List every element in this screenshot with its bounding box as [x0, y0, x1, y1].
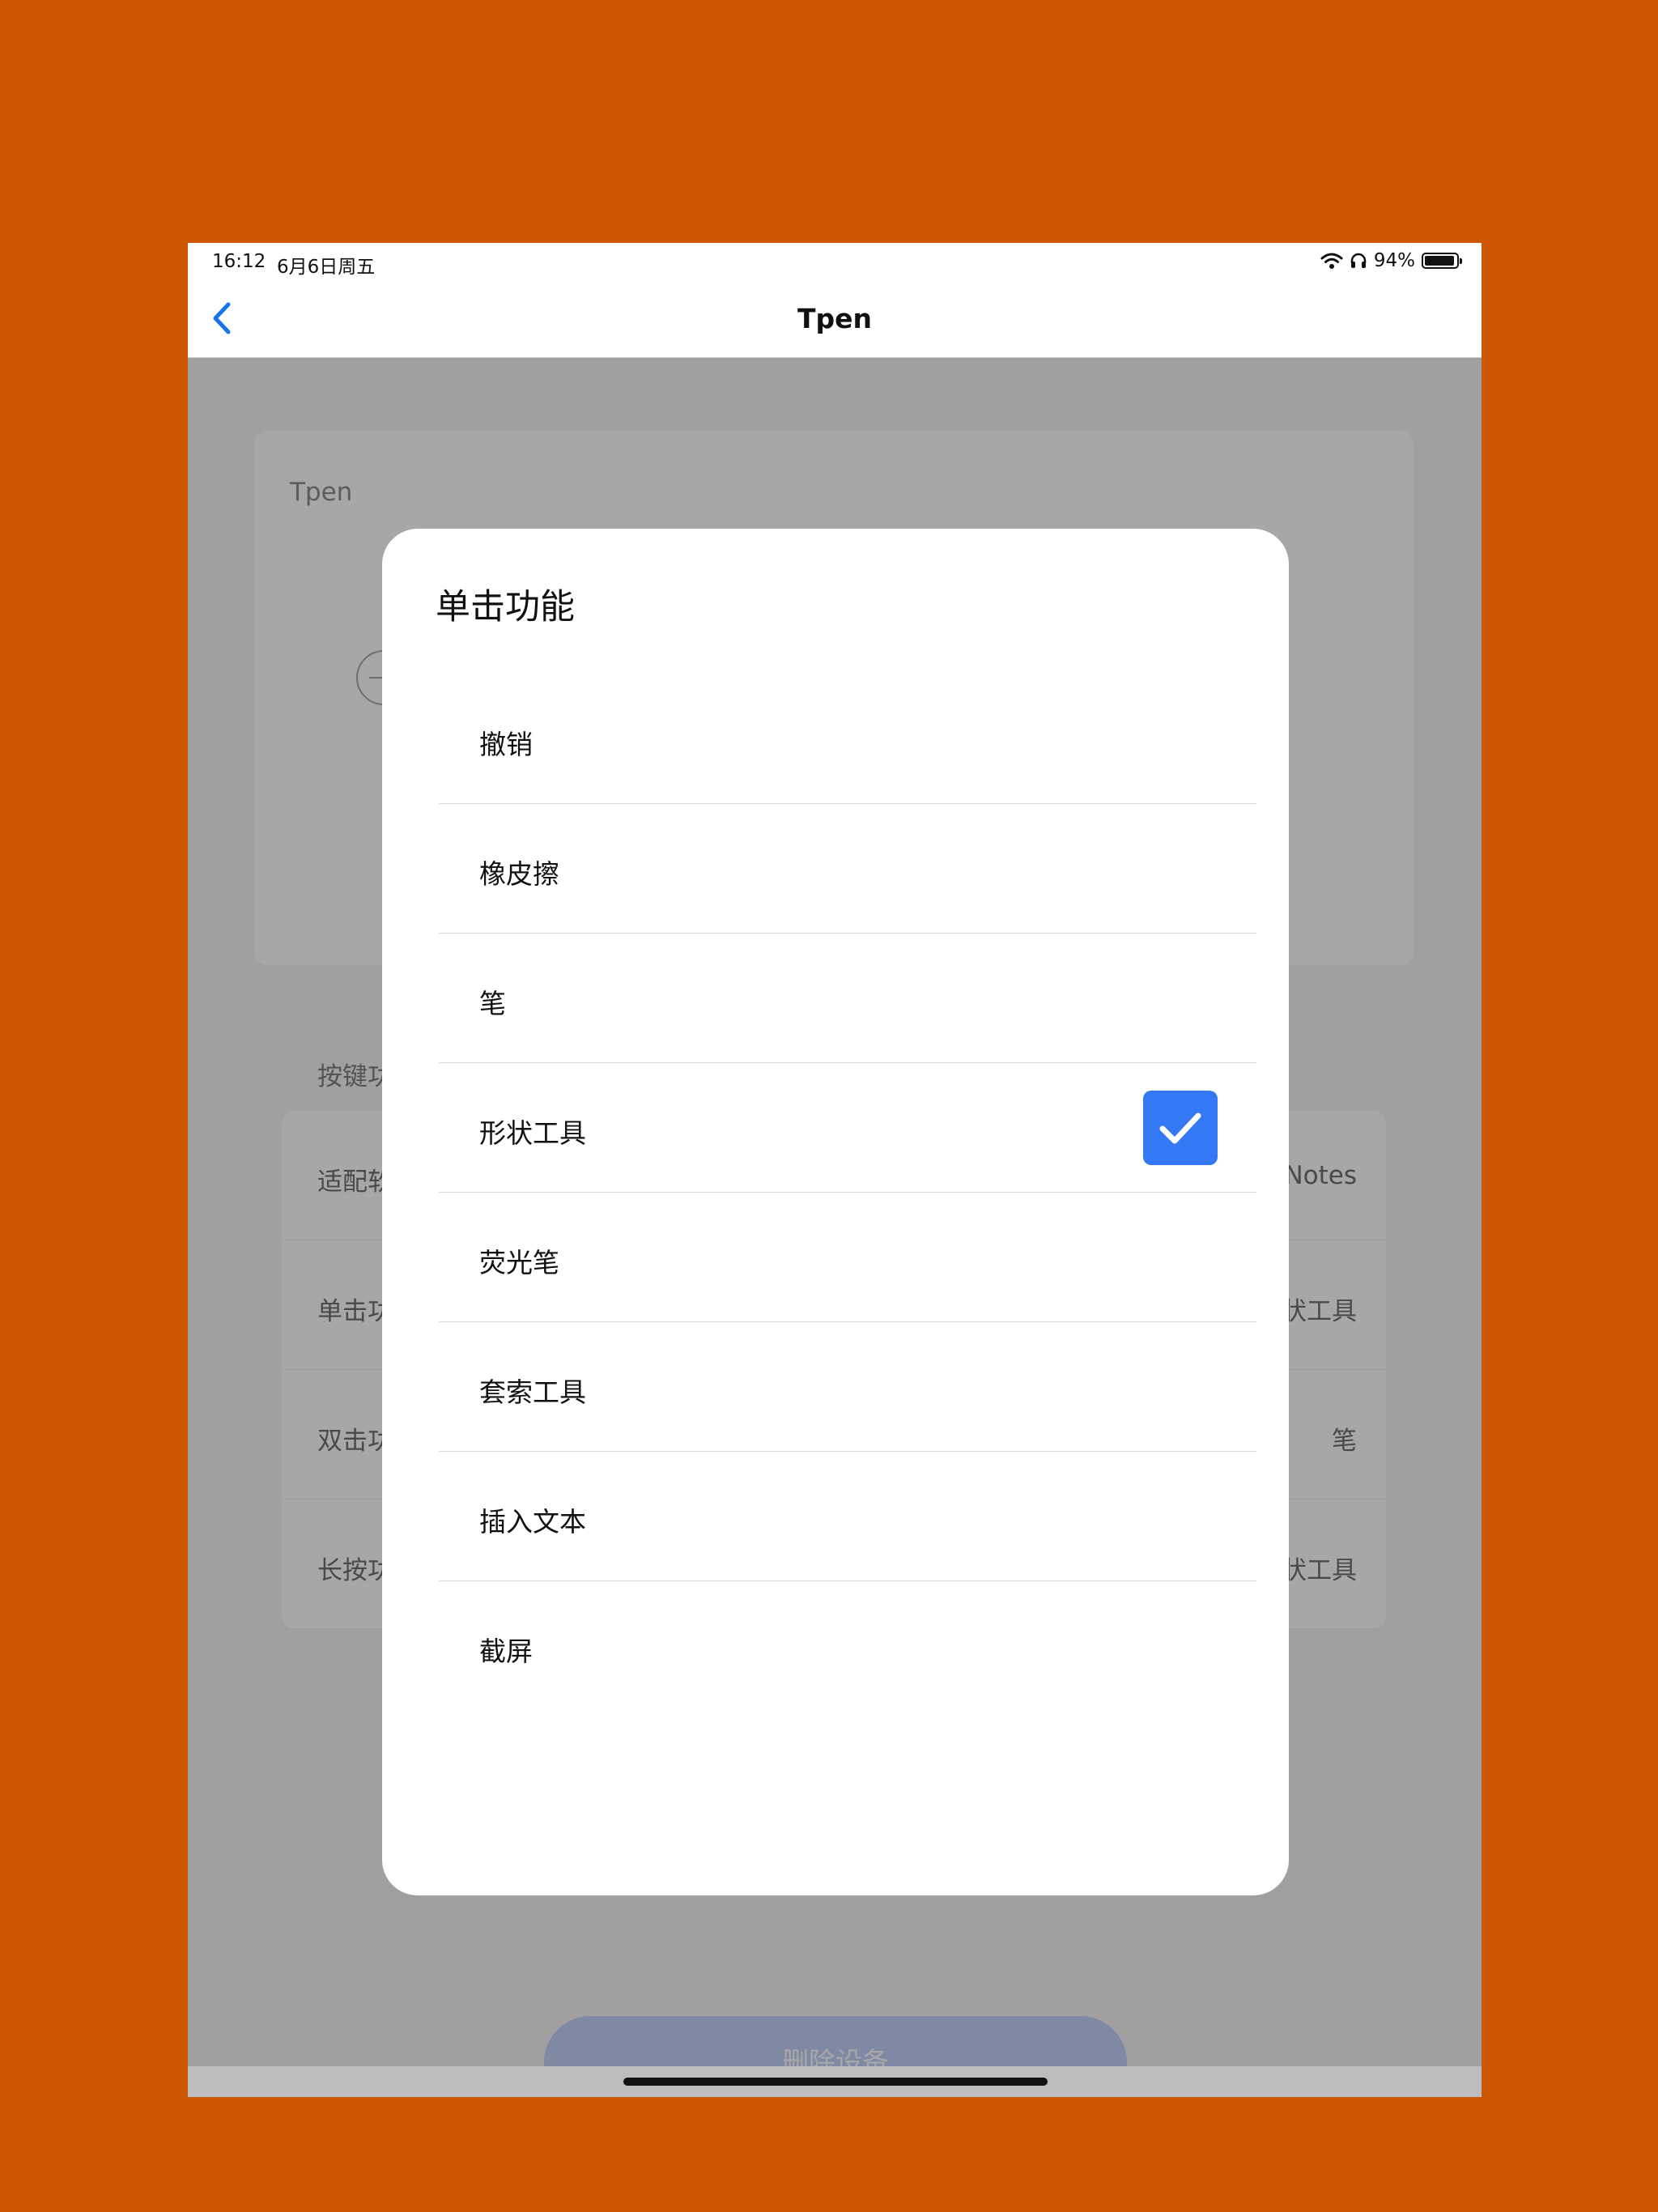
option-label: 撤销 — [479, 729, 533, 760]
status-bar: 16:12 6月6日周五 94% — [188, 243, 1482, 279]
navigation-bar: Tpen — [188, 279, 1482, 358]
option-label: 截屏 — [479, 1636, 533, 1667]
home-indicator[interactable] — [623, 2078, 1048, 2086]
battery-fill — [1425, 256, 1454, 266]
option-pen[interactable]: 笔 — [439, 934, 1256, 1063]
dialog-title: 单击功能 — [436, 587, 575, 627]
status-time: 16:12 — [212, 251, 266, 272]
option-label: 套索工具 — [479, 1376, 586, 1408]
option-screenshot[interactable]: 截屏 — [439, 1581, 1256, 1711]
headphones-icon — [1350, 253, 1367, 268]
checkmark-icon — [1159, 1112, 1201, 1144]
single-click-function-dialog: 单击功能 撤销 橡皮擦 笔 形状工具 荧光笔 套索工具 插入文本 截屏 — [382, 529, 1289, 1895]
option-eraser[interactable]: 橡皮擦 — [439, 804, 1256, 934]
option-label: 橡皮擦 — [479, 858, 559, 890]
status-icons: 94% — [1320, 250, 1462, 271]
battery-icon — [1422, 253, 1462, 269]
wifi-icon — [1320, 253, 1343, 269]
battery-percent: 94% — [1373, 250, 1415, 271]
page-title: Tpen — [797, 303, 872, 334]
option-label: 形状工具 — [479, 1117, 586, 1149]
option-insert-text[interactable]: 插入文本 — [439, 1452, 1256, 1581]
option-label: 笔 — [479, 988, 506, 1019]
status-date: 6月6日周五 — [277, 257, 376, 278]
option-label: 荧光笔 — [479, 1247, 559, 1278]
selected-checkbox[interactable] — [1143, 1091, 1218, 1165]
option-undo[interactable]: 撤销 — [439, 674, 1256, 804]
option-shape-tool[interactable]: 形状工具 — [439, 1063, 1256, 1193]
ipad-screen: 16:12 6月6日周五 94% Tpen Tpen 按键功能 适配软件 Not… — [188, 243, 1482, 2097]
option-lasso-tool[interactable]: 套索工具 — [439, 1322, 1256, 1452]
home-indicator-area — [188, 2066, 1482, 2097]
option-highlighter[interactable]: 荧光笔 — [439, 1193, 1256, 1322]
option-list: 撤销 橡皮擦 笔 形状工具 荧光笔 套索工具 插入文本 截屏 — [439, 674, 1256, 1711]
option-label: 插入文本 — [479, 1506, 586, 1538]
